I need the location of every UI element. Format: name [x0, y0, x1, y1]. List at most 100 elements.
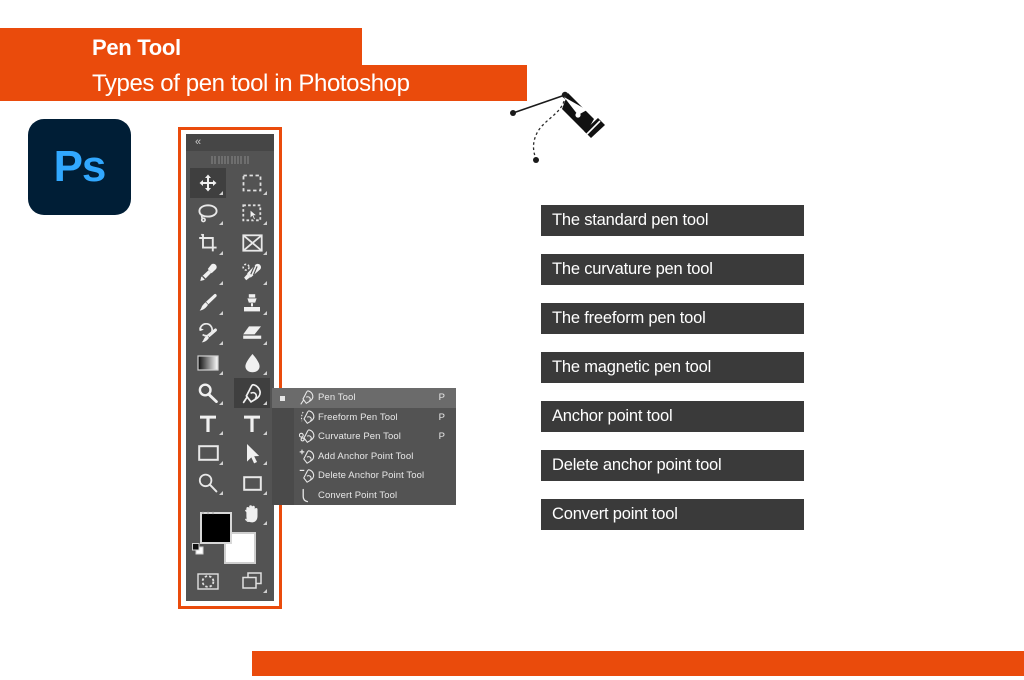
toolbar-row — [186, 198, 274, 228]
tool-shape[interactable] — [230, 468, 274, 498]
pen-tool-type-list: The standard pen tool The curvature pen … — [541, 205, 804, 548]
flyout-item-label: Curvature Pen Tool — [318, 431, 401, 443]
tool-frame[interactable] — [230, 228, 274, 258]
list-item[interactable]: Convert point tool — [541, 499, 804, 530]
list-item-label: The standard pen tool — [552, 211, 709, 229]
curvature-pen-tool-icon — [296, 429, 318, 444]
toolbar-row — [186, 348, 274, 378]
pen-nib-illustration — [508, 85, 608, 175]
tool-spot-healing-brush[interactable] — [230, 258, 274, 288]
list-item-label: Delete anchor point tool — [552, 456, 722, 474]
tool-group-indicator — [263, 461, 267, 465]
tool-group-indicator — [263, 371, 267, 375]
flyout-item-label: Freeform Pen Tool — [318, 411, 398, 423]
tool-crop[interactable] — [186, 228, 230, 258]
tool-group-indicator — [219, 401, 223, 405]
tool-brush[interactable] — [186, 288, 230, 318]
list-item[interactable]: The curvature pen tool — [541, 254, 804, 285]
toolbar-bottom-buttons — [186, 566, 274, 596]
tool-group-indicator — [219, 281, 223, 285]
flyout-item-label: Add Anchor Point Tool — [318, 450, 414, 462]
tool-path-selection[interactable] — [230, 438, 274, 468]
toolbar-row — [186, 438, 274, 468]
collapse-chevron-icon[interactable]: « — [195, 136, 201, 149]
list-item[interactable]: Delete anchor point tool — [541, 450, 804, 481]
tool-group-indicator — [263, 401, 267, 405]
tool-dodge[interactable] — [186, 378, 230, 408]
tool-group-indicator — [263, 191, 267, 195]
tool-group-indicator — [263, 491, 267, 495]
footer-accent-bar — [252, 651, 1024, 676]
convert-point-tool-icon — [296, 488, 318, 503]
toolbar-row — [186, 468, 274, 498]
toolbar-row — [186, 378, 274, 408]
toolbar-drag-handle[interactable] — [211, 156, 249, 164]
page-title: Pen Tool — [92, 35, 181, 60]
tool-rectangular-marquee[interactable] — [230, 168, 274, 198]
tool-group-indicator — [219, 221, 223, 225]
list-item[interactable]: The standard pen tool — [541, 205, 804, 236]
tool-blur[interactable] — [230, 348, 274, 378]
toolbar-tool-grid — [186, 168, 274, 528]
tool-group-indicator — [263, 311, 267, 315]
tool-group-indicator — [219, 431, 223, 435]
photoshop-toolbar: « — [186, 134, 274, 601]
tool-group-indicator — [263, 589, 267, 593]
tool-gradient[interactable] — [186, 348, 230, 378]
tool-group-indicator — [263, 281, 267, 285]
tool-group-indicator — [263, 221, 267, 225]
toolbar-header: « — [186, 134, 274, 151]
page-subtitle: Types of pen tool in Photoshop — [92, 70, 410, 97]
screen-mode-button[interactable] — [230, 566, 274, 596]
list-item[interactable]: Anchor point tool — [541, 401, 804, 432]
toolbar-row — [186, 228, 274, 258]
toolbar-row — [186, 258, 274, 288]
list-item-label: Anchor point tool — [552, 407, 673, 425]
flyout-item-convert-point-tool[interactable]: Convert Point Tool — [294, 486, 456, 506]
list-item[interactable]: The freeform pen tool — [541, 303, 804, 334]
flyout-item-delete-anchor-point-tool[interactable]: Delete Anchor Point Tool — [294, 466, 456, 486]
tool-group-indicator — [219, 251, 223, 255]
list-item-label: Convert point tool — [552, 505, 678, 523]
tool-clone-stamp[interactable] — [230, 288, 274, 318]
tool-eyedropper[interactable] — [186, 258, 230, 288]
tool-group-indicator — [219, 341, 223, 345]
tool-object-selection[interactable] — [230, 198, 274, 228]
selected-marker-icon — [280, 396, 285, 401]
tool-group-indicator — [219, 491, 223, 495]
tool-group-indicator — [219, 461, 223, 465]
flyout-item-add-anchor-point-tool[interactable]: Add Anchor Point Tool — [294, 447, 456, 467]
flyout-item-curvature-pen-tool[interactable]: Curvature Pen Tool P — [294, 427, 456, 447]
flyout-item-label: Pen Tool — [318, 392, 356, 404]
flyout-item-freeform-pen-tool[interactable]: Freeform Pen Tool P — [294, 408, 456, 428]
tool-group-indicator — [219, 311, 223, 315]
pen-tool-flyout-menu: Pen Tool P Freeform Pen Tool P Curvature… — [272, 388, 456, 505]
toolbar-row — [186, 288, 274, 318]
flyout-item-list: Pen Tool P Freeform Pen Tool P Curvature… — [294, 388, 456, 505]
list-item[interactable]: The magnetic pen tool — [541, 352, 804, 383]
list-item-label: The magnetic pen tool — [552, 358, 712, 376]
tool-zoom[interactable] — [186, 468, 230, 498]
tool-pen[interactable] — [230, 378, 274, 408]
tool-vertical-type[interactable] — [230, 408, 274, 438]
tool-horizontal-type[interactable] — [186, 408, 230, 438]
tool-lasso[interactable] — [186, 198, 230, 228]
tool-group-indicator — [263, 431, 267, 435]
tool-rectangle[interactable] — [186, 438, 230, 468]
photoshop-logo: Ps — [28, 119, 131, 215]
tool-history-brush[interactable] — [186, 318, 230, 348]
flyout-item-shortcut: P — [438, 392, 445, 404]
flyout-item-pen-tool[interactable]: Pen Tool P — [294, 388, 456, 408]
default-colors-icon[interactable] — [192, 542, 204, 560]
add-anchor-point-tool-icon — [296, 449, 318, 464]
flyout-indicator-rail — [272, 388, 294, 505]
tool-eraser[interactable] — [230, 318, 274, 348]
list-item-label: The curvature pen tool — [552, 260, 713, 278]
foreground-color-swatch[interactable] — [200, 512, 232, 544]
tool-move[interactable] — [186, 168, 230, 198]
flyout-item-shortcut: P — [438, 411, 445, 423]
tool-group-indicator — [219, 191, 223, 195]
toolbar-row — [186, 318, 274, 348]
freeform-pen-tool-icon — [296, 410, 318, 425]
quick-mask-button[interactable] — [186, 566, 230, 596]
